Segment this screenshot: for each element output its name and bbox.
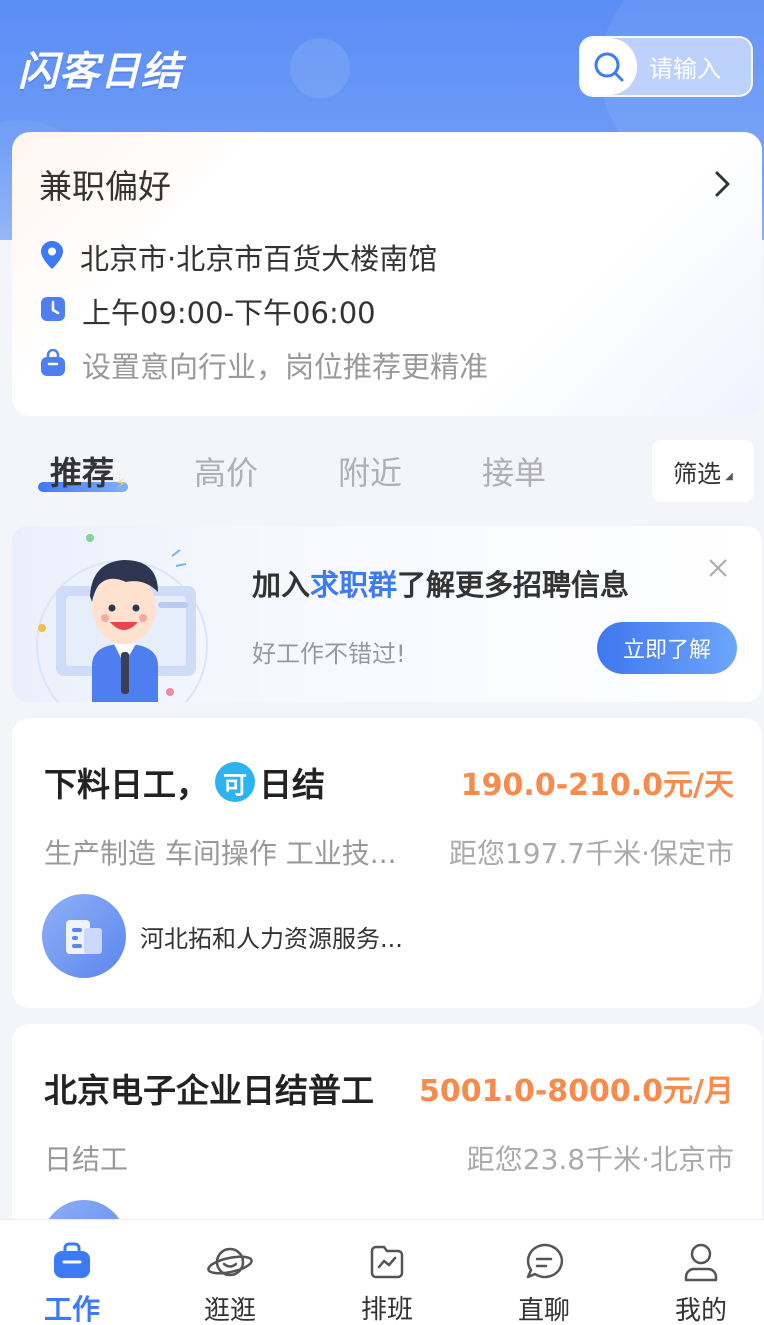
job-salary: 5001.0-8000.0元/月 — [419, 1074, 734, 1109]
nav-chat[interactable]: 直聊 — [484, 1220, 604, 1325]
nav-label: 我的 — [674, 1296, 727, 1325]
user-icon — [683, 1242, 719, 1282]
job-distance: 距您23.8千米·北京市 — [466, 1143, 734, 1176]
tab-recommend[interactable]: 推荐 — [50, 448, 114, 494]
job-tags: 生产制造 车间操作 工业技... — [44, 837, 397, 870]
nav-explore[interactable]: 逛逛 — [170, 1220, 290, 1325]
building-icon — [42, 894, 126, 978]
bottom-navigation: 工作 逛逛 排班 直聊 我的 — [0, 1219, 764, 1325]
search-bar[interactable]: 请输入 — [579, 36, 753, 97]
search-icon — [581, 38, 637, 95]
nav-schedule[interactable]: 排班 — [327, 1220, 447, 1325]
job-title: 北京电子企业日结普工 — [44, 1064, 374, 1112]
job-title-text: 下料日工， — [44, 765, 209, 804]
tab-nearby[interactable]: 附近 — [338, 448, 402, 494]
banner-title-suffix: 了解更多招聘信息 — [397, 568, 630, 602]
nav-work[interactable]: 工作 — [12, 1220, 132, 1325]
triangle-down-icon: ◢ — [725, 470, 733, 482]
tab-take-order[interactable]: 接单 — [482, 448, 546, 494]
bag-icon — [40, 348, 66, 381]
nav-label: 逛逛 — [203, 1296, 256, 1325]
preference-time: 上午09:00-下午06:00 — [82, 296, 376, 330]
search-input[interactable]: 请输入 — [649, 49, 721, 84]
banner-title-highlight: 求职群 — [310, 568, 398, 602]
job-group-banner[interactable]: 加入求职群了解更多招聘信息 好工作不错过! 立即了解 — [12, 526, 762, 702]
nav-label: 排班 — [360, 1295, 413, 1325]
preference-title: 兼职偏好 — [39, 167, 171, 206]
job-card[interactable]: 下料日工，可日结 190.0-210.0元/天 生产制造 车间操作 工业技...… — [12, 718, 762, 1008]
job-tags: 日结工 — [44, 1143, 129, 1176]
nav-mine[interactable]: 我的 — [641, 1220, 761, 1325]
mascot-illustration — [36, 534, 208, 702]
banner-title-prefix: 加入 — [252, 568, 311, 602]
briefcase-icon — [52, 1242, 92, 1280]
preference-location-row[interactable]: 北京市·北京市百货大楼南馆 — [40, 236, 437, 278]
category-tabs: ⚡ 推荐 高价 附近 接单 筛选 ◢ — [0, 440, 764, 504]
chat-icon — [524, 1242, 564, 1282]
filter-label: 筛选 — [673, 459, 722, 488]
nav-label: 工作 — [43, 1293, 100, 1325]
preference-industry-hint: 设置意向行业，岗位推荐更精准 — [82, 350, 489, 384]
close-icon[interactable] — [708, 558, 728, 582]
daily-pay-badge: 可 — [215, 762, 255, 802]
preference-time-row[interactable]: 上午09:00-下午06:00 — [40, 290, 376, 332]
job-title-text: 北京电子企业日结普工 — [44, 1071, 374, 1110]
schedule-icon — [368, 1242, 406, 1281]
company-info[interactable]: 河北拓和人力资源服务... — [42, 894, 403, 978]
clock-icon — [40, 296, 66, 326]
planet-icon — [206, 1242, 254, 1282]
preference-location: 北京市·北京市百货大楼南馆 — [80, 242, 438, 276]
preference-industry-row[interactable]: 设置意向行业，岗位推荐更精准 — [40, 344, 488, 386]
job-salary: 190.0-210.0元/天 — [460, 768, 734, 803]
app-logo: 闪客日结 — [18, 40, 182, 96]
job-title-suffix: 日结 — [259, 765, 325, 804]
filter-button[interactable]: 筛选 ◢ — [652, 440, 754, 502]
company-name: 河北拓和人力资源服务... — [140, 924, 403, 953]
lightning-icon: ⚡ — [116, 476, 126, 492]
job-distance: 距您197.7千米·保定市 — [448, 837, 734, 870]
banner-subtitle: 好工作不错过! — [252, 640, 406, 668]
location-pin-icon — [40, 240, 64, 274]
learn-more-button[interactable]: 立即了解 — [597, 622, 737, 674]
banner-title: 加入求职群了解更多招聘信息 — [252, 562, 629, 604]
nav-label: 直聊 — [517, 1296, 570, 1325]
job-title: 下料日工，可日结 — [44, 758, 325, 806]
tab-high-price[interactable]: 高价 — [194, 448, 258, 494]
chevron-right-icon[interactable] — [714, 170, 732, 202]
preference-card[interactable]: 兼职偏好 北京市·北京市百货大楼南馆 上午09:00-下午06:00 设置意向行… — [12, 132, 762, 416]
app-logo-text: 闪客日结 — [18, 49, 182, 95]
